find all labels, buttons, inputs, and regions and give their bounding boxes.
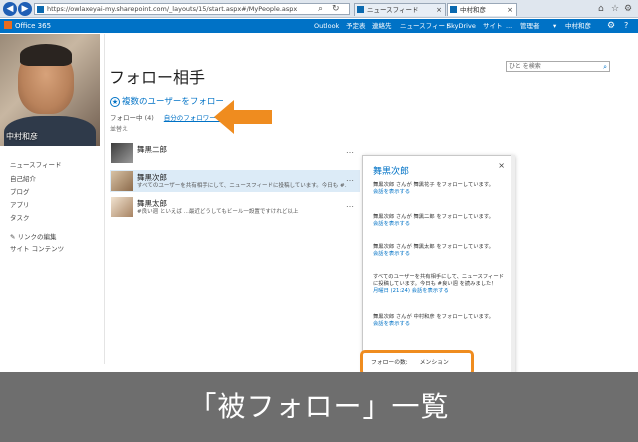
suite-bar: Office 365 Outlook 予定表 連絡先 ニュースフィード SkyD… <box>0 19 638 33</box>
nav-skydrive[interactable]: SkyDrive <box>447 19 476 33</box>
address-bar[interactable]: https://owlaxeyai-my.sharepoint.com/_lay… <box>34 3 350 15</box>
left-nav-site-contents[interactable]: サイト コンテンツ <box>10 243 64 253</box>
user-menu[interactable]: 中村和彦 <box>565 19 591 33</box>
view-conversation-link[interactable]: 会話を表示する <box>373 221 507 228</box>
left-nav-edit-links[interactable]: ✎ リンクの編集 <box>10 231 57 241</box>
avatar <box>111 171 133 191</box>
list-item[interactable]: 舞黒二郎 … <box>110 142 360 164</box>
sharepoint-icon <box>357 6 364 13</box>
question-icon[interactable]: ? <box>624 19 628 33</box>
view-conversation-link[interactable]: 会話を表示する <box>373 251 507 258</box>
follow-multiple-link[interactable]: ★ 複数のユーザーをフォロー <box>110 95 224 107</box>
page-title: フォロー相手 <box>109 68 206 87</box>
follower-post: #良い週 といえば ...最近どうしてもビール一設置ですけれど以上 <box>137 209 299 215</box>
refresh-icon[interactable]: ↻ <box>332 4 340 14</box>
activity-entry: 舞黒次郎 さんが 舞黒二郎 をフォローしています。 会話を表示する <box>373 214 507 228</box>
callout-title[interactable]: 舞黒次郎 <box>373 164 409 177</box>
back-icon[interactable]: ◀ <box>3 2 17 16</box>
view-conversation-link[interactable]: 月曜日 (21:24) 会話を表示する <box>373 288 507 295</box>
list-item[interactable]: 舞黒次郎 すべてのユーザーを共有相手にして、ニュースフィードに投稿しています。今… <box>110 170 360 192</box>
favorites-star-icon[interactable]: ☆ <box>611 4 619 14</box>
follow-icon: ★ <box>110 97 120 107</box>
search-icon[interactable]: ⌕ <box>603 62 607 72</box>
follower-name[interactable]: 舞黒二郎 <box>137 144 167 155</box>
tab-label: 中村和彦 <box>460 6 486 14</box>
office-icon <box>4 21 12 29</box>
url-text: https://owlaxeyai-my.sharepoint.com/_lay… <box>47 5 298 13</box>
sharepoint-icon <box>37 6 44 13</box>
browser-chrome: ◀ ▶ https://owlaxeyai-my.sharepoint.com/… <box>0 0 638 18</box>
tab-newsfeed[interactable]: ニュースフィード × <box>354 3 446 16</box>
view-conversation-link[interactable]: 会話を表示する <box>373 321 507 328</box>
nav-sites[interactable]: サイト <box>483 19 503 33</box>
activity-entry: 舞黒次郎 さんが 中村和彦 をフォローしています。 会話を表示する <box>373 314 507 328</box>
nav-outlook[interactable]: Outlook <box>314 19 339 33</box>
tools-gear-icon[interactable]: ⚙ <box>624 4 632 14</box>
more-options-icon[interactable]: … <box>346 174 354 183</box>
sort-label[interactable]: 並替え <box>110 124 128 133</box>
follow-tabs: フォロー中 (4) 自分のフォロワー (3) <box>110 112 227 122</box>
left-nav-newsfeed[interactable]: ニュースフィード <box>10 159 62 169</box>
gear-icon[interactable]: ⚙ <box>607 19 615 33</box>
photo-hair <box>20 44 72 66</box>
nav-contacts[interactable]: 連絡先 <box>372 19 392 33</box>
left-nav-tasks[interactable]: タスク <box>10 212 30 222</box>
close-icon[interactable]: × <box>436 4 442 16</box>
tab-following[interactable]: フォロー中 (4) <box>110 114 154 122</box>
people-search-input[interactable]: ひと を検索 ⌕ <box>506 61 610 72</box>
activity-entry: 舞黒次郎 さんが 舞黒太郎 をフォローしています。 会話を表示する <box>373 244 507 258</box>
view-conversation-link[interactable]: 会話を表示する <box>373 189 507 196</box>
more-options-icon[interactable]: … <box>346 146 354 155</box>
left-nav-blog[interactable]: ブログ <box>10 186 30 196</box>
profile-photo: 中村和彦 <box>0 34 100 146</box>
follower-post: すべてのユーザーを共有相手にして、ニュースフィードに投稿しています。今日も #.… <box>137 183 347 189</box>
scrollbar[interactable] <box>511 155 515 379</box>
screenshot-root: ◀ ▶ https://owlaxeyai-my.sharepoint.com/… <box>0 0 638 442</box>
nav-calendar[interactable]: 予定表 <box>346 19 366 33</box>
annotation-arrow <box>214 100 272 134</box>
nav-newsfeed[interactable]: ニュースフィード <box>400 19 452 33</box>
tab-label: ニュースフィード <box>367 6 419 14</box>
more-options-icon[interactable]: … <box>346 200 354 209</box>
sharepoint-icon <box>450 6 457 13</box>
profile-name: 中村和彦 <box>6 132 38 141</box>
pencil-icon: ✎ <box>10 233 18 241</box>
nav-more[interactable]: ... <box>506 19 512 33</box>
close-icon[interactable]: × <box>498 161 505 170</box>
search-icon[interactable]: ⌕ <box>318 4 323 14</box>
left-nav-apps[interactable]: アプリ <box>10 199 30 209</box>
profile-callout: 舞黒次郎 × 舞黒次郎 さんが 舞黒花子 をフォローしています。 会話を表示する… <box>362 155 514 379</box>
avatar <box>111 197 133 217</box>
activity-entry: 舞黒次郎 さんが 舞黒花子 をフォローしています。 会話を表示する <box>373 182 507 196</box>
close-icon[interactable]: × <box>507 4 513 16</box>
column-divider <box>104 34 105 364</box>
office365-logo[interactable]: Office 365 <box>4 20 51 32</box>
avatar <box>111 143 133 163</box>
left-nav-about[interactable]: 自己紹介 <box>10 173 36 183</box>
forward-icon[interactable]: ▶ <box>18 2 32 16</box>
nav-admin[interactable]: 管理者 <box>520 19 540 33</box>
arrow-shape <box>214 100 272 134</box>
chevron-down-icon[interactable]: ▾ <box>553 19 556 33</box>
list-item[interactable]: 舞黒太郎 #良い週 といえば ...最近どうしてもビール一設置ですけれど以上 … <box>110 196 360 218</box>
tab-profile[interactable]: 中村和彦 × <box>447 3 517 16</box>
home-icon[interactable]: ⌂ <box>598 4 604 14</box>
caption-banner: 「被フォロー」一覧 <box>0 372 638 442</box>
activity-entry: すべてのユーザーを共有相手にして、ニュースフィードに投稿しています。今日も #良… <box>373 274 507 295</box>
